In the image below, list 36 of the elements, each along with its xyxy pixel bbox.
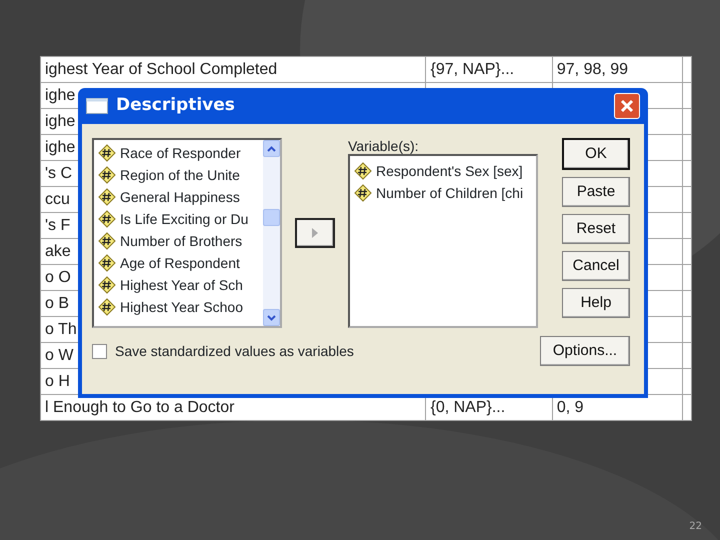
window-icon bbox=[86, 98, 108, 114]
table-cell: {97, NAP}... bbox=[426, 56, 552, 82]
source-variable-list[interactable]: Race of Responder Region of the Unite General Happiness Is Life Exciting or Du Number of Brothers Age of Respondent Highest Year of Sch Highest Year Schoo bbox=[92, 138, 282, 328]
variable-item[interactable]: Region of the Unite bbox=[94, 164, 263, 186]
numeric-variable-icon bbox=[98, 144, 116, 162]
checkbox-label: Save standardized values as variables bbox=[115, 342, 354, 360]
numeric-variable-icon bbox=[354, 162, 372, 180]
close-button[interactable] bbox=[614, 93, 640, 119]
numeric-variable-icon bbox=[98, 254, 116, 272]
variables-label: Variable(s): bbox=[348, 138, 420, 154]
checkbox[interactable] bbox=[92, 344, 107, 358]
numeric-variable-icon bbox=[354, 184, 372, 202]
right-arrow-icon bbox=[312, 228, 318, 238]
close-icon bbox=[619, 98, 635, 114]
numeric-variable-icon bbox=[98, 210, 116, 228]
slide-number: 22 bbox=[689, 520, 702, 534]
table-cell: 97, 98, 99 bbox=[552, 56, 682, 82]
numeric-variable-icon bbox=[98, 166, 116, 184]
table-cell: ighest Year of School Completed bbox=[40, 56, 426, 82]
scrollbar[interactable] bbox=[263, 140, 280, 326]
scroll-thumb[interactable] bbox=[263, 208, 280, 226]
numeric-variable-icon bbox=[98, 298, 116, 316]
selected-variable-list[interactable]: Respondent's Sex [sex] Number of Children [chi bbox=[348, 154, 538, 328]
numeric-variable-icon bbox=[98, 232, 116, 250]
dialog-button[interactable]: Paste bbox=[562, 177, 630, 207]
variable-item[interactable]: General Happiness bbox=[94, 186, 263, 208]
dialog-button[interactable]: Reset bbox=[562, 214, 630, 244]
dialog-button[interactable]: OK bbox=[562, 138, 630, 170]
dialog-button[interactable]: Cancel bbox=[562, 251, 630, 281]
scroll-up-button[interactable] bbox=[263, 140, 280, 157]
numeric-variable-icon bbox=[98, 188, 116, 206]
scroll-down-button[interactable] bbox=[263, 309, 280, 326]
numeric-variable-icon bbox=[98, 276, 116, 294]
dialog-button[interactable]: Help bbox=[562, 288, 630, 318]
options-button[interactable]: Options... bbox=[540, 336, 630, 366]
variable-item[interactable]: Highest Year Schoo bbox=[94, 296, 263, 318]
